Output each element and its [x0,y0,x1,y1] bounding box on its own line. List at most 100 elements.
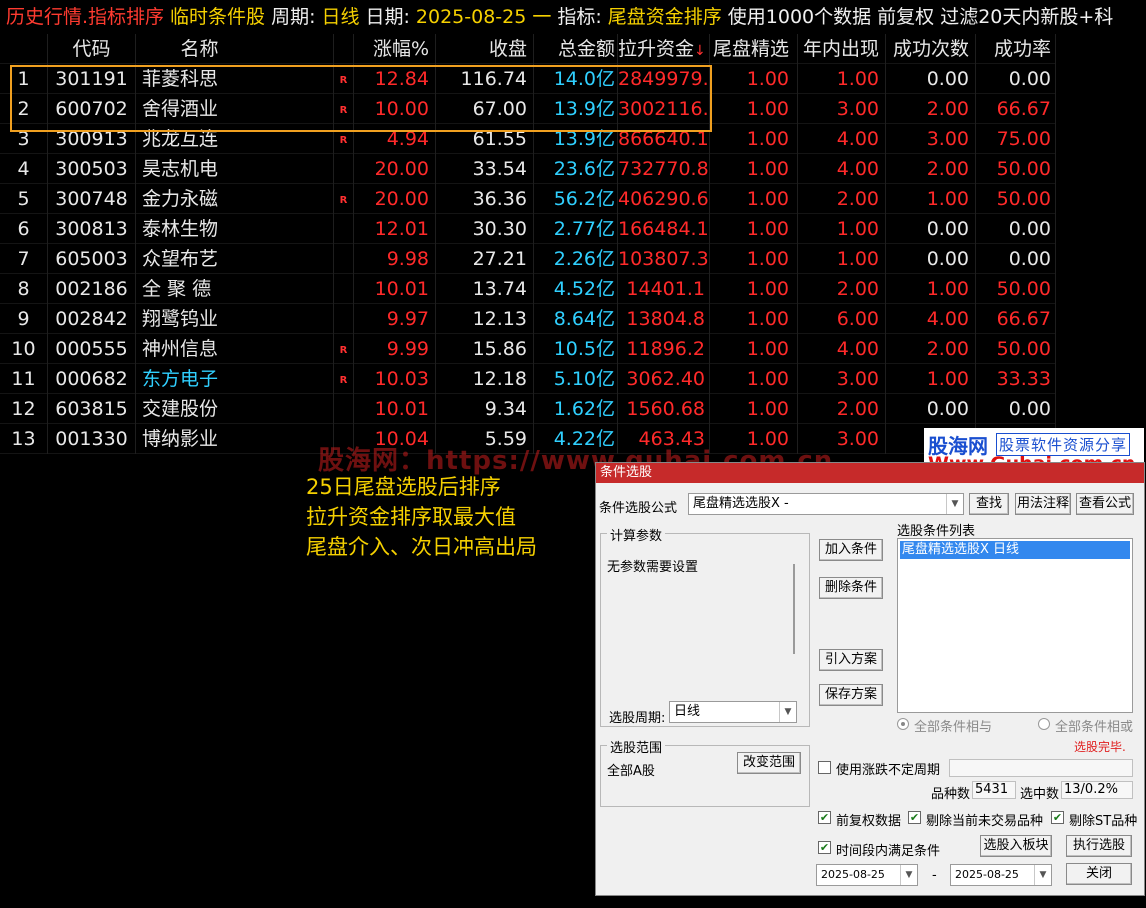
condition-list[interactable]: 尾盘精选选股X 日线 [897,538,1133,713]
header-tail: 使用1000个数据 前复权 过滤20天内新股+科 [727,6,1114,28]
chevron-down-icon[interactable]: ▼ [946,494,963,514]
run-selection-button[interactable]: 执行选股 [1066,835,1132,857]
change-pct: 12.84 [354,64,436,94]
selected-value: 13/0.2% [1061,781,1133,799]
col-fund-header[interactable]: 拉升资金↓ [618,34,710,64]
col-name-header[interactable]: 名称 [136,34,334,64]
table-row[interactable]: 10 000555 神州信息 R 9.99 15.86 10.5亿 11896.2 1.00 4.… [0,334,1056,364]
radio-and-label: 全部条件相与 [914,720,993,735]
table-row[interactable]: 6 300813 泰林生物 12.01 30.30 2.77亿 166484.1 1.00 1.… [0,214,1056,244]
stock-name: 金力永磁 [136,184,334,214]
chevron-down-icon[interactable]: ▼ [900,865,917,885]
col-rate-header[interactable]: 成功率 [976,34,1056,64]
save-scheme-button[interactable]: 保存方案 [819,684,883,706]
find-button[interactable]: 查找 [969,493,1009,515]
year-count: 1.00 [798,214,886,244]
stock-name: 全 聚 德 [136,274,334,304]
add-condition-button[interactable]: 加入条件 [819,539,883,561]
chevron-down-icon[interactable]: ▼ [779,702,796,722]
success-rate: 0.00 [976,214,1056,244]
row-index: 11 [0,364,48,394]
window-title: 历史行情.指标排序 [6,6,165,28]
margin-flag: R [334,124,354,154]
stock-name: 翔鹭钨业 [136,304,334,334]
tail-select: 1.00 [710,364,798,394]
col-tail-header[interactable]: 尾盘精选 [710,34,798,64]
params-text: 无参数需要设置 [607,560,699,575]
row-index: 3 [0,124,48,154]
stock-name: 菲菱科思 [136,64,334,94]
close-button[interactable]: 关闭 [1066,863,1132,885]
condition-list-label: 选股条件列表 [897,524,976,539]
period-label: 选股周期: [609,711,666,726]
period-select[interactable]: 日线 ▼ [669,701,797,723]
close-price: 15.86 [436,334,534,364]
params-scrollbar[interactable] [793,564,801,654]
success-count: 1.00 [886,184,976,214]
year-count: 6.00 [798,304,886,334]
turnover-amount: 14.0亿 [534,64,618,94]
stock-name: 舍得酒业 [136,94,334,124]
col-success-header[interactable]: 成功次数 [886,34,976,64]
row-index: 5 [0,184,48,214]
sort-desc-icon: ↓ [694,43,706,59]
adjust-data-checkbox[interactable]: ✔ [818,811,831,824]
exclude-untraded-checkbox[interactable]: ✔ [908,811,921,824]
table-row[interactable]: 8 002186 全 聚 德 10.01 13.74 4.52亿 14401.1 1.00 2.… [0,274,1056,304]
year-count: 3.00 [798,364,886,394]
row-index: 2 [0,94,48,124]
formula-select[interactable]: 尾盘精选选股X - ▼ [688,493,964,515]
radio-or-label: 全部条件相或 [1055,720,1134,735]
col-code-header[interactable]: 代码 [48,34,136,64]
selected-label: 选中数 [1020,787,1060,802]
turnover-amount: 5.10亿 [534,364,618,394]
lift-fund: 166484.1 [618,214,710,244]
stock-code: 001330 [48,424,136,454]
formula-label: 条件选股公式 [599,501,678,516]
table-row[interactable]: 12 603815 交建股份 10.01 9.34 1.62亿 1560.68 1.00 2.0… [0,394,1056,424]
irregular-period-checkbox[interactable] [818,761,831,774]
col-close-header[interactable]: 收盘 [436,34,534,64]
table-row[interactable]: 4 300503 昊志机电 20.00 33.54 23.6亿 732770.8 1.00 4.… [0,154,1056,184]
stock-name: 神州信息 [136,334,334,364]
row-index: 9 [0,304,48,334]
col-change-header[interactable]: 涨幅% [354,34,436,64]
chevron-down-icon[interactable]: ▼ [1034,865,1051,885]
dialog-title[interactable]: 条件选股 [596,463,1144,483]
table-row[interactable]: 11 000682 东方电子 R 10.03 12.18 5.10亿 3062.40 1.00 3… [0,364,1056,394]
lift-fund: 3062.40 [618,364,710,394]
col-year-header[interactable]: 年内出现 [798,34,886,64]
table-row[interactable]: 1301191菲菱科思R12.84116.7414.0亿2849979.01.0… [0,64,1056,94]
margin-flag [334,154,354,184]
date-to-picker[interactable]: 2025-08-25 ▼ [950,864,1052,886]
lift-fund: 3002116.8 [618,94,710,124]
date-from-picker[interactable]: 2025-08-25 ▼ [816,864,918,886]
stock-name: 泰林生物 [136,214,334,244]
irregular-period-label: 使用涨跌不定周期 [836,763,941,778]
change-scope-button[interactable]: 改变范围 [737,752,801,774]
exclude-untraded-label: 剔除当前未交易品种 [926,814,1044,829]
view-formula-button[interactable]: 查看公式 [1076,493,1134,515]
table-row[interactable]: 7 605003 众望布艺 9.98 27.21 2.26亿 103807.3 1.00 1.0… [0,244,1056,274]
col-flag-header [334,34,354,64]
delete-condition-button[interactable]: 删除条件 [819,577,883,599]
table-row[interactable]: 2600702舍得酒业R10.0067.0013.9亿3002116.81.00… [0,94,1056,124]
radio-or[interactable] [1038,718,1050,730]
note-line: 拉升资金排序取最大值 [306,505,516,529]
table-row[interactable]: 3 300913 兆龙互连 R 4.94 61.55 13.9亿 866640.1 1.00 4.… [0,124,1056,154]
timerange-checkbox[interactable]: ✔ [818,841,831,854]
radio-and[interactable] [897,718,909,730]
table-row[interactable]: 9 002842 翔鹭钨业 9.97 12.13 8.64亿 13804.8 1.00 6.00… [0,304,1056,334]
import-scheme-button[interactable]: 引入方案 [819,649,883,671]
change-pct: 10.01 [354,394,436,424]
close-price: 116.74 [436,64,534,94]
usage-notes-button[interactable]: 用法注释 [1015,493,1071,515]
table-row[interactable]: 5 300748 金力永磁 R 20.00 36.36 56.2亿 406290.6 1.00 2… [0,184,1056,214]
tail-select: 1.00 [710,64,798,94]
date-label: 日期: [365,6,410,28]
condition-list-item[interactable]: 尾盘精选选股X 日线 [900,541,1130,559]
year-count: 2.00 [798,274,886,304]
col-amount-header[interactable]: 总金额 [534,34,618,64]
exclude-st-checkbox[interactable]: ✔ [1051,811,1064,824]
add-to-block-button[interactable]: 选股入板块 [980,835,1052,857]
